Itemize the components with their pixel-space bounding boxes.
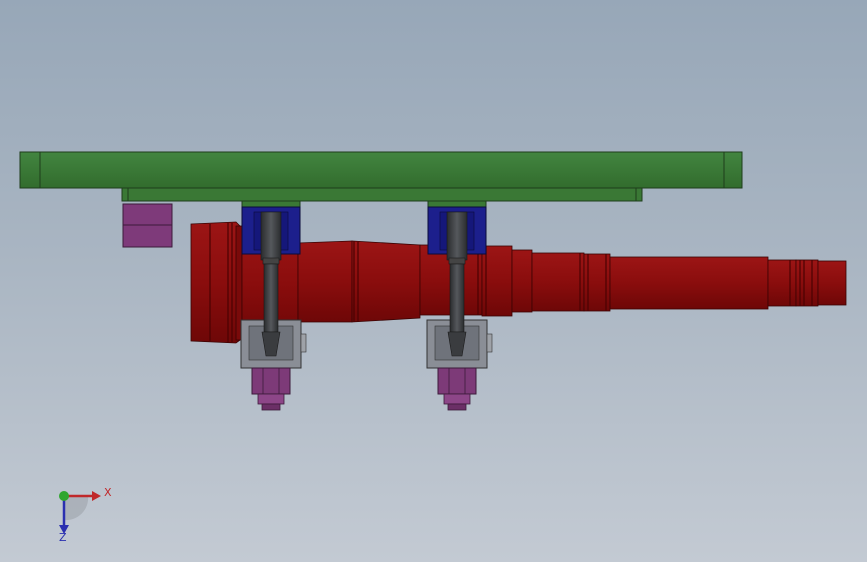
- stud-left[interactable]: [260, 211, 282, 357]
- y-axis-dot: [59, 491, 69, 501]
- base-plate-rail[interactable]: [121, 187, 643, 202]
- x-axis-label: X: [104, 486, 112, 499]
- graphics-viewport[interactable]: X Z: [0, 0, 867, 562]
- coordinate-triad[interactable]: X Z: [48, 482, 118, 544]
- z-axis-label: Z: [59, 531, 67, 544]
- base-plate[interactable]: [19, 151, 743, 189]
- hex-nut-right[interactable]: [437, 367, 477, 411]
- cad-model-view[interactable]: [0, 0, 867, 562]
- stud-right[interactable]: [446, 211, 468, 357]
- stop-block[interactable]: [122, 203, 173, 248]
- hex-nut-left[interactable]: [251, 367, 291, 411]
